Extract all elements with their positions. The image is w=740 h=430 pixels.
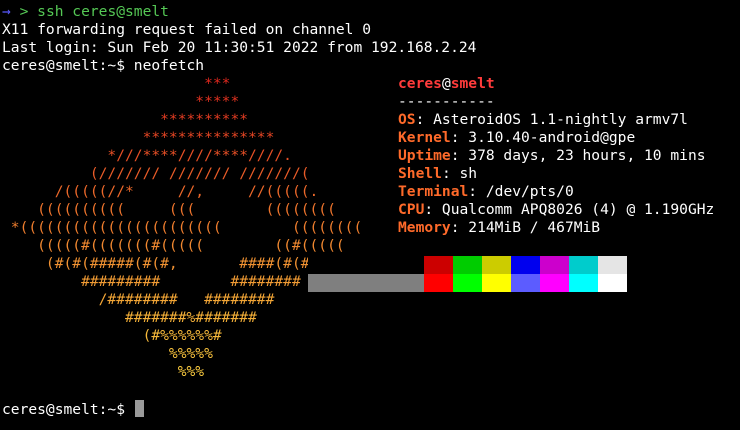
ascii-logo-line: %%%%% — [2, 345, 213, 362]
ascii-logo-line: ***** — [2, 93, 240, 110]
info-key: CPU — [398, 201, 425, 218]
palette-swatch — [511, 256, 540, 274]
info-value: : 378 days, 23 hours, 10 mins — [450, 147, 706, 164]
ascii-logo-line: (#%%%%%%# — [2, 327, 222, 344]
palette-swatch — [482, 274, 511, 292]
info-row-cpu: CPU: Qualcomm APQ8026 (4) @ 1.190GHz — [398, 201, 714, 219]
final-prompt-text: ceres@smelt:~$ — [2, 401, 134, 418]
info-row-kernel: Kernel: 3.10.40-android@gpe — [398, 129, 714, 147]
palette-swatch — [308, 274, 337, 292]
palette-swatch — [598, 256, 627, 274]
prompt-arrow-icon: → — [2, 3, 11, 20]
info-key: Uptime — [398, 147, 451, 164]
info-row-shell: Shell: sh — [398, 165, 714, 183]
palette-swatch — [482, 256, 511, 274]
last-login-line: Last login: Sun Feb 20 11:30:51 2022 fro… — [2, 39, 477, 56]
palette-swatch — [540, 274, 569, 292]
palette-swatch — [337, 256, 366, 274]
palette-swatch — [395, 256, 424, 274]
ascii-logo-line: *************** — [2, 129, 275, 146]
info-value: : 3.10.40-android@gpe — [450, 129, 636, 146]
info-value: : sh — [441, 165, 478, 182]
final-prompt-line[interactable]: ceres@smelt:~$ — [2, 400, 144, 418]
palette-swatch — [308, 256, 337, 274]
ascii-logo-line: *((((((((((((((((((((((( (((((((( — [2, 219, 363, 236]
ascii-logo-line: /(((((//* //, //(((((. — [2, 183, 319, 200]
palette-swatch — [366, 256, 395, 274]
x11-warning-line: X11 forwarding request failed on channel… — [2, 21, 372, 38]
username: ceres — [398, 75, 442, 92]
text-cursor — [134, 400, 144, 417]
palette-row-normal — [308, 256, 627, 274]
palette-swatch — [366, 274, 395, 292]
palette-swatch — [569, 274, 598, 292]
info-row-os: OS: AsteroidOS 1.1-nightly armv7l — [398, 111, 714, 129]
info-key: Kernel — [398, 129, 451, 146]
ascii-logo-line: (/////// /////// ///////( — [2, 165, 310, 182]
info-value: : /dev/pts/0 — [468, 183, 574, 200]
palette-swatch — [511, 274, 540, 292]
palette-swatch — [337, 274, 366, 292]
info-value: : 214MiB / 467MiB — [450, 219, 601, 236]
ssh-command-text: ssh ceres@smelt — [37, 3, 169, 20]
ascii-logo-line: *** — [2, 75, 231, 92]
user-host-title: ceres@smelt — [398, 75, 714, 93]
ascii-logo-line: ********** — [2, 111, 249, 128]
info-key: OS — [398, 111, 416, 128]
hostname: smelt — [450, 75, 495, 92]
info-value: : Qualcomm APQ8026 (4) @ 1.190GHz — [424, 201, 715, 218]
ascii-logo-line: /######## ######## — [2, 291, 275, 308]
palette-swatch — [453, 274, 482, 292]
ascii-logo-line: #######%####### — [2, 309, 257, 326]
info-key: Shell — [398, 165, 442, 182]
palette-swatch — [395, 274, 424, 292]
palette-row-bright — [308, 274, 627, 292]
system-info-panel: ceres@smelt ----------- OS: AsteroidOS 1… — [398, 75, 714, 237]
asteroidos-ascii-logo: *** ***** ********** *************** *//… — [2, 75, 362, 381]
title-separator: ----------- — [398, 93, 495, 110]
info-row-memory: Memory: 214MiB / 467MiB — [398, 219, 714, 237]
palette-swatch — [424, 256, 453, 274]
ascii-logo-line: *///****////****////. — [2, 147, 292, 164]
prompt-chevron: > — [10, 3, 38, 20]
info-key: Terminal — [398, 183, 469, 200]
info-row-terminal: Terminal: /dev/pts/0 — [398, 183, 714, 201]
info-rows: OS: AsteroidOS 1.1-nightly armv7l Kernel:… — [398, 111, 714, 237]
neofetch-command-line: ceres@smelt:~$ neofetch — [2, 57, 205, 74]
at-sign: @ — [441, 75, 451, 92]
ssh-command-line: → > ssh ceres@smelt — [2, 3, 169, 21]
ascii-logo-line: (((((((((( ((( (((((((( — [2, 201, 336, 218]
palette-swatch — [453, 256, 482, 274]
info-key: Memory — [398, 219, 451, 236]
palette-swatch — [598, 274, 627, 292]
palette-swatch — [569, 256, 598, 274]
palette-swatch — [424, 274, 453, 292]
ascii-logo-line: %%% — [2, 363, 205, 380]
palette-swatch — [540, 256, 569, 274]
ascii-logo-line: (((((#(((((((#((((( ((#((((( — [2, 237, 345, 254]
info-value: : AsteroidOS 1.1-nightly armv7l — [415, 111, 688, 128]
info-row-uptime: Uptime: 378 days, 23 hours, 10 mins — [398, 147, 714, 165]
